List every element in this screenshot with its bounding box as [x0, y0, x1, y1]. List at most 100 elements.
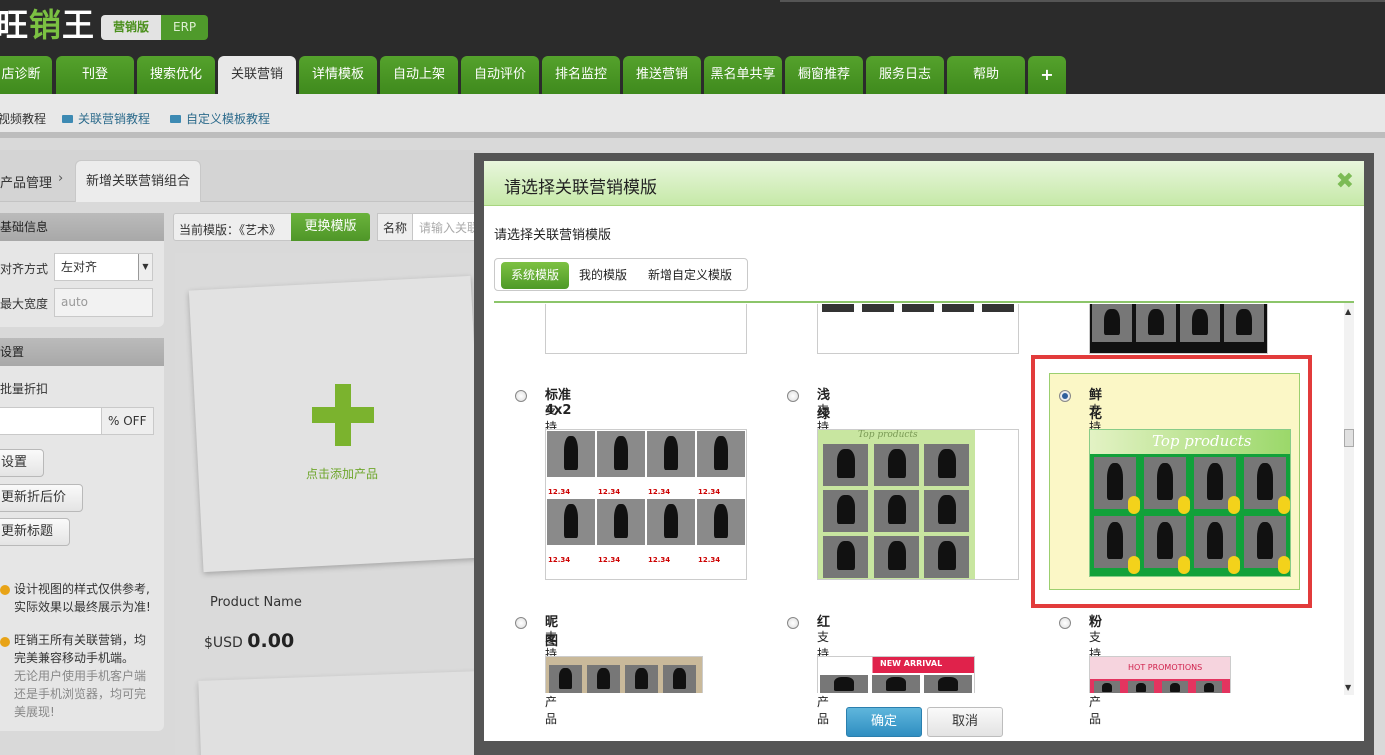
product-image [663, 665, 696, 693]
discount-input[interactable] [0, 407, 102, 435]
cancel-button[interactable]: 取消 [927, 707, 1003, 737]
product-image [823, 536, 868, 578]
product-image [697, 431, 745, 477]
align-select[interactable]: 左对齐 ▼ [54, 253, 153, 281]
warning-icon [0, 585, 10, 595]
price-sample: 12.34 [548, 488, 571, 496]
nav-tab-store-diagnosis[interactable]: 店诊断 [0, 56, 52, 94]
product-image [823, 490, 868, 532]
update-price-button[interactable]: 更新折后价 [0, 484, 83, 512]
breadcrumb-current-tab[interactable]: 新增关联营销组合 [75, 160, 201, 202]
template-thumbnail[interactable] [1089, 304, 1268, 354]
custom-template-tutorial-label: 自定义模板教程 [186, 112, 271, 126]
scroll-down-icon[interactable]: ▼ [1345, 683, 1351, 692]
nav-tab-push-marketing[interactable]: 推送营销 [623, 56, 701, 94]
change-template-button[interactable]: 更换模版 [291, 213, 370, 241]
template-radio[interactable] [515, 390, 527, 402]
name-label: 名称 [377, 213, 413, 241]
product-image [874, 490, 919, 532]
product-name: Product Name [210, 595, 302, 610]
video-tutorial-link[interactable]: 视频教程 [0, 110, 46, 127]
template-thumbnail-pink[interactable]: HOT PROMOTIONS [1089, 656, 1231, 693]
scroll-up-icon[interactable]: ▲ [1345, 307, 1351, 316]
tab-new-custom-template[interactable]: 新增自定义模版 [637, 262, 743, 289]
price-sample: 12.34 [548, 556, 571, 564]
nav-tab-related-marketing[interactable]: 关联营销 [218, 56, 296, 94]
add-product-link[interactable]: 点击添加产品 [306, 465, 378, 482]
thumbnail-caption-strip [818, 304, 1018, 312]
product-card[interactable] [198, 671, 482, 755]
tab-system-templates[interactable]: 系统模版 [501, 262, 569, 289]
nav-add-tab-icon[interactable]: + [1028, 56, 1066, 94]
basic-info-title: 基础信息 [0, 213, 164, 241]
product-image [597, 431, 645, 477]
nav-tab-auto-review[interactable]: 自动评价 [461, 56, 539, 94]
current-template-label: 当前模版：《艺术》 [179, 223, 282, 237]
product-image [597, 499, 645, 545]
align-select-value: 左对齐 [61, 260, 98, 274]
template-thumbnail-red[interactable]: NEW ARRIVAL [817, 656, 975, 693]
product-image [1092, 304, 1132, 342]
template-radio[interactable] [787, 617, 799, 629]
nav-tab-seo[interactable]: 搜索优化 [137, 56, 215, 94]
update-title-button[interactable]: 更新标题 [0, 518, 70, 546]
scroll-thumb[interactable] [1344, 429, 1354, 447]
edition-marketing-button[interactable]: 营销版 [101, 15, 162, 40]
hot-promotions-caption: HOT PROMOTIONS [1128, 663, 1203, 672]
custom-template-tutorial-link[interactable]: 自定义模板教程 [170, 110, 270, 127]
nav-tab-help[interactable]: 帮助 [947, 56, 1025, 94]
related-marketing-tutorial-link[interactable]: 关联营销教程 [62, 110, 150, 127]
top-products-caption: Top products [858, 430, 918, 440]
video-camera-icon [170, 115, 181, 123]
price-sample: 12.34 [598, 488, 621, 496]
tab-my-templates[interactable]: 我的模版 [573, 262, 633, 289]
price-sample: 12.34 [698, 488, 721, 496]
tip-style-notice: 设计视图的样式仅供参考, 实际效果以最终展示为准! [14, 580, 151, 616]
nav-tab-listing[interactable]: 刊登 [56, 56, 134, 94]
product-image [924, 444, 969, 486]
product-image [924, 536, 969, 578]
top-divider [780, 0, 1385, 2]
template-radio[interactable] [787, 390, 799, 402]
settings-title: 设置 [0, 338, 164, 366]
breadcrumb-product-management[interactable]: 产品管理 [0, 172, 52, 191]
template-thumbnail-standard[interactable]: 12.34 12.34 12.34 12.34 12.34 12.34 12.3… [545, 429, 747, 580]
nav-tab-blacklist[interactable]: 黑名单共享 [704, 56, 782, 94]
edition-erp-button[interactable]: ERP [161, 15, 209, 40]
new-buy-badge [1128, 556, 1140, 574]
new-buy-badge [1178, 496, 1190, 514]
nav-tab-detail-template[interactable]: 详情模板 [299, 56, 377, 94]
nav-tab-service-log[interactable]: 服务日志 [866, 56, 944, 94]
product-image [872, 675, 920, 693]
tip-mobile-notice: 旺销王所有关联营销，均 完美兼容移动手机端。 无论用户使用手机客户端 还是手机浏… [14, 631, 146, 721]
new-arrival-caption: NEW ARRIVAL [880, 659, 943, 668]
app-logo[interactable]: 旺销王 [0, 0, 95, 46]
tip-line: 完美兼容移动手机端。 [14, 651, 135, 665]
set-discount-button[interactable]: 设置 [0, 449, 44, 477]
tip-line: 实际效果以最终展示为准! [14, 600, 151, 614]
template-thumbnail-light-green[interactable]: Top products [817, 429, 1019, 580]
price-sample: 12.34 [598, 556, 621, 564]
nav-tab-window-recommend[interactable]: 橱窗推荐 [785, 56, 863, 94]
template-thumbnail-nipic[interactable] [545, 656, 703, 693]
template-radio[interactable] [1059, 617, 1071, 629]
nav-tab-auto-list[interactable]: 自动上架 [380, 56, 458, 94]
name-input[interactable]: 请输入关联营 [412, 213, 482, 241]
product-price: $USD 0.00 [204, 630, 294, 652]
template-thumbnail[interactable] [545, 304, 747, 354]
max-width-input[interactable]: auto [54, 288, 153, 317]
related-marketing-tutorial-label: 关联营销教程 [78, 112, 151, 126]
gallery-scrollbar[interactable]: ▲ ▼ [1344, 303, 1354, 695]
price-value: 0.00 [247, 630, 295, 652]
current-template-bar: 当前模版：《艺术》 更换模版 [173, 213, 370, 241]
template-radio[interactable] [515, 617, 527, 629]
confirm-button[interactable]: 确定 [846, 707, 922, 737]
template-thumbnail-flowers[interactable]: Top products [1089, 429, 1291, 577]
template-radio-selected[interactable] [1059, 390, 1071, 402]
add-product-icon-bar[interactable] [312, 407, 374, 423]
nav-tab-rank-monitor[interactable]: 排名监控 [542, 56, 620, 94]
template-thumbnail[interactable] [817, 304, 1019, 354]
close-icon[interactable]: ✖ [1336, 171, 1354, 193]
product-image [874, 536, 919, 578]
product-image [625, 665, 658, 693]
